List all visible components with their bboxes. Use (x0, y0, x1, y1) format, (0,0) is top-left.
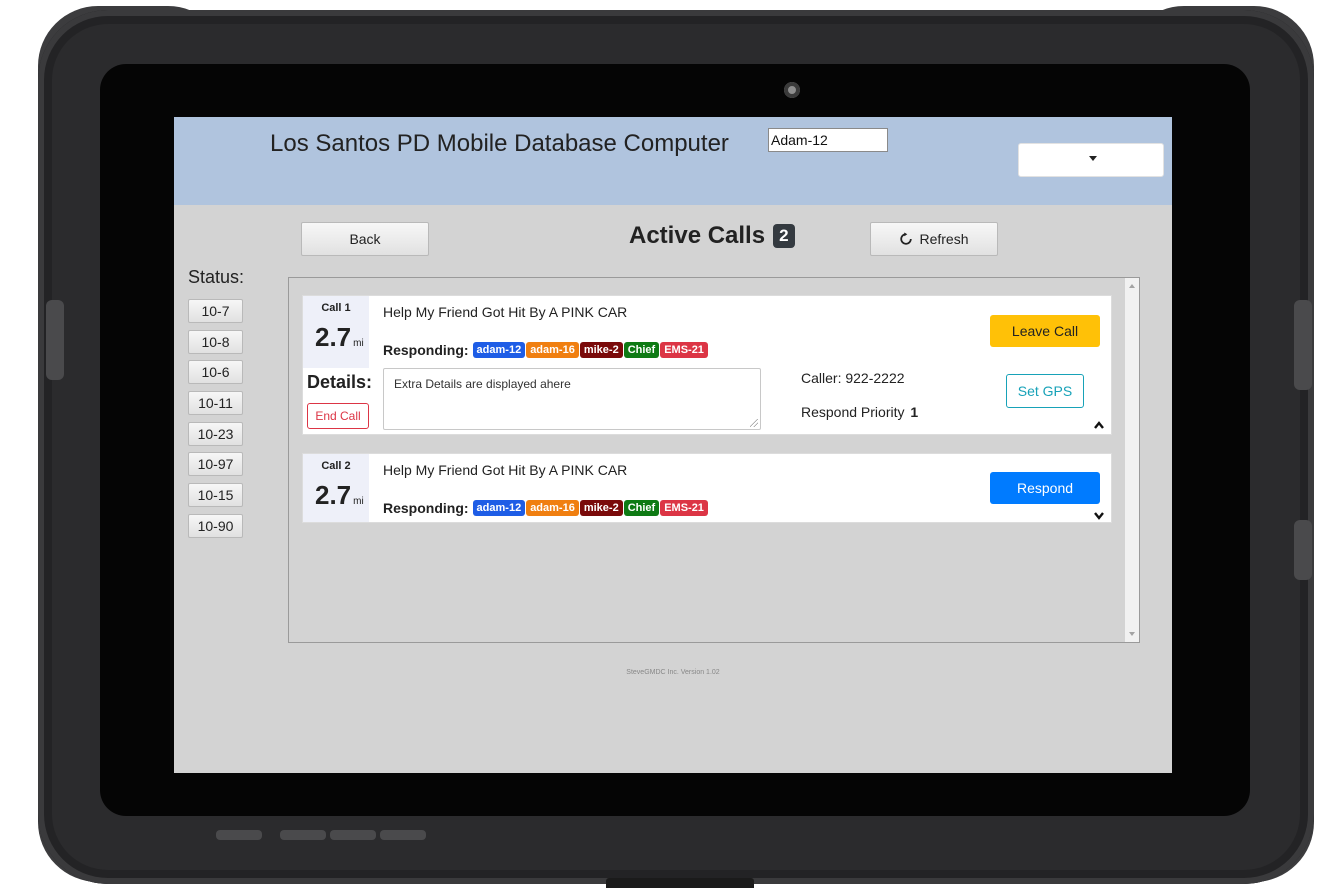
call-title: Help My Friend Got Hit By A PINK CAR (383, 462, 628, 478)
unit-badge: mike-2 (579, 500, 623, 516)
caller-info: Caller: 922-2222 (801, 370, 905, 386)
call-summary-panel: Call 1 2.7 mi (303, 296, 369, 368)
responding-units: Responding: adam-12 adam-16 mike-2 Chief… (383, 342, 709, 358)
hardware-key (280, 830, 326, 840)
details-text: Extra Details are displayed ahere (394, 377, 571, 391)
unit-badge: adam-12 (472, 500, 526, 516)
call-card-1: Call 1 2.7 mi Help My Friend Got Hit By A… (302, 295, 1112, 435)
calls-list[interactable]: Call 1 2.7 mi Help My Friend Got Hit By A… (288, 277, 1140, 643)
unit-badge: adam-16 (526, 342, 579, 358)
user-dropdown[interactable] (1018, 143, 1164, 177)
vertical-scrollbar[interactable] (1125, 278, 1139, 642)
caret-down-icon (1089, 156, 1097, 161)
scroll-up-arrow-icon[interactable] (1129, 284, 1135, 288)
resize-grip-icon[interactable] (750, 419, 758, 427)
unit-badge: adam-16 (526, 500, 579, 516)
unit-badge: EMS-21 (660, 342, 708, 358)
status-button-10-23[interactable]: 10-23 (188, 422, 243, 446)
tablet-side-button (46, 300, 64, 380)
priority-value: 1 (910, 404, 919, 420)
refresh-button[interactable]: Refresh (870, 222, 998, 256)
details-textarea[interactable]: Extra Details are displayed ahere (383, 368, 761, 430)
call-distance: 2.7 mi (315, 480, 364, 511)
distance-unit: mi (353, 496, 364, 507)
scroll-down-arrow-icon[interactable] (1129, 632, 1135, 636)
hardware-key (330, 830, 376, 840)
status-button-10-7[interactable]: 10-7 (188, 299, 243, 323)
mdc-screen: Los Santos PD Mobile Database Computer B… (174, 117, 1172, 773)
unit-badge: adam-12 (472, 342, 526, 358)
active-calls-label: Active Calls (629, 222, 766, 249)
tablet-port (606, 878, 754, 888)
unit-callsign-input[interactable] (768, 128, 888, 152)
back-button[interactable]: Back (301, 222, 429, 256)
status-button-10-6[interactable]: 10-6 (188, 360, 243, 384)
camera-icon (784, 82, 800, 98)
call-title: Help My Friend Got Hit By A PINK CAR (383, 304, 628, 320)
hardware-key (216, 830, 262, 840)
header-bar: Los Santos PD Mobile Database Computer (174, 117, 1172, 205)
active-calls-heading: Active Calls 2 (629, 222, 795, 250)
distance-value: 2.7 (315, 480, 352, 510)
responding-label: Responding: (383, 342, 469, 358)
tablet-side-button (1294, 520, 1312, 580)
chevron-up-icon[interactable] (1093, 420, 1105, 430)
distance-value: 2.7 (315, 322, 352, 352)
status-label: Status: (188, 267, 245, 287)
app-title: Los Santos PD Mobile Database Computer (270, 130, 729, 157)
status-button-10-97[interactable]: 10-97 (188, 452, 243, 476)
unit-badge: Chief (623, 342, 660, 358)
respond-priority: Respond Priority 1 (801, 404, 918, 420)
unit-badge: EMS-21 (660, 500, 708, 516)
responding-label: Responding: (383, 500, 469, 516)
refresh-label: Refresh (919, 231, 969, 247)
leave-call-button[interactable]: Leave Call (990, 315, 1100, 347)
refresh-icon (899, 232, 913, 246)
status-button-10-90[interactable]: 10-90 (188, 514, 243, 538)
status-button-10-11[interactable]: 10-11 (188, 391, 243, 415)
active-calls-count-badge: 2 (773, 224, 795, 248)
hardware-key (380, 830, 426, 840)
respond-button[interactable]: Respond (990, 472, 1100, 504)
unit-badge: Chief (623, 500, 660, 516)
unit-badge: mike-2 (579, 342, 623, 358)
responding-units: Responding: adam-12 adam-16 mike-2 Chief… (383, 500, 709, 516)
chevron-down-icon[interactable] (1093, 510, 1105, 520)
call-number: Call 1 (321, 302, 351, 314)
call-card-2: Call 2 2.7 mi Help My Friend Got Hit By A… (302, 453, 1112, 523)
tablet-side-button (1294, 300, 1312, 390)
details-label: Details: (307, 372, 373, 392)
set-gps-button[interactable]: Set GPS (1006, 374, 1084, 408)
priority-label: Respond Priority (801, 404, 905, 420)
call-number: Call 2 (321, 460, 351, 472)
version-footer: SteveGMDC Inc. Version 1.02 (626, 669, 720, 676)
end-call-button[interactable]: End Call (307, 403, 369, 429)
call-distance: 2.7 mi (315, 322, 364, 353)
status-button-10-15[interactable]: 10-15 (188, 483, 243, 507)
distance-unit: mi (353, 338, 364, 349)
call-summary-panel: Call 2 2.7 mi (303, 454, 369, 522)
status-button-10-8[interactable]: 10-8 (188, 330, 243, 354)
